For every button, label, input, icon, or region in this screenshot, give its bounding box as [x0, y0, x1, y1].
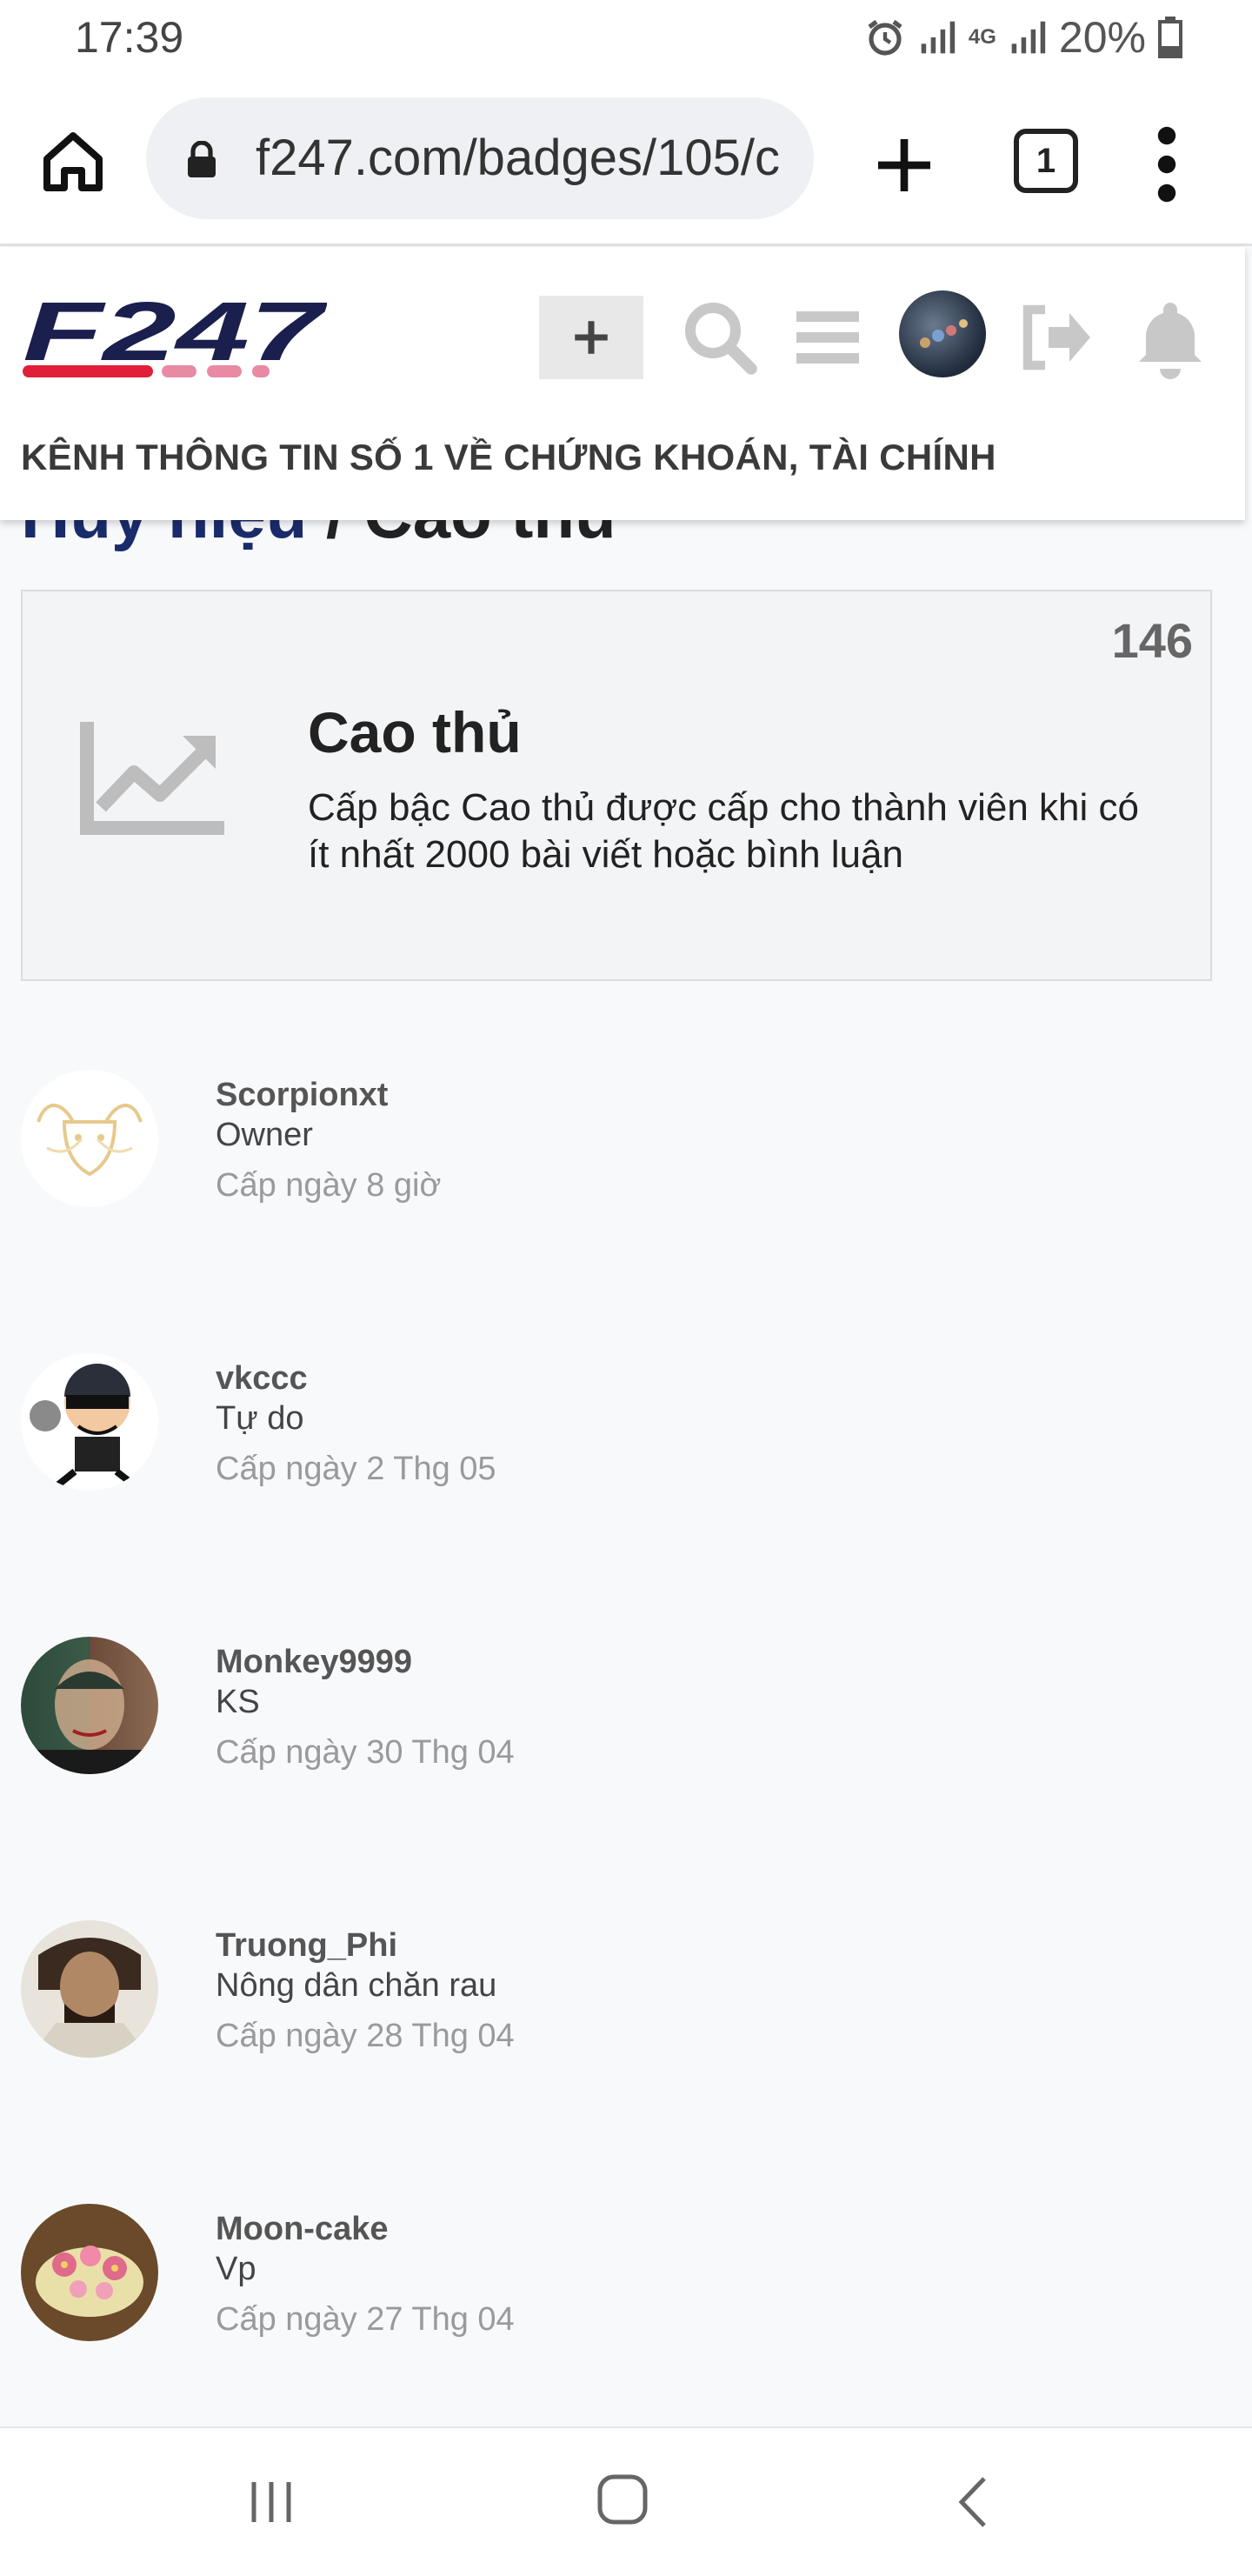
bull-logo-avatar	[37, 1104, 143, 1177]
url-text[interactable]: f247.com/badges/105/c	[256, 129, 803, 187]
badge-card: 146 Cao thủ Cấp bậc Cao thủ được cấp cho…	[21, 590, 1212, 981]
badge-description: Cấp bậc Cao thủ được cấp cho thành viên …	[308, 786, 1139, 876]
status-bar: 17:39 4G 20%	[0, 0, 1252, 78]
member-name[interactable]: vkccc	[216, 1360, 308, 1398]
site-header: F247 KÊNH THÔNG TIN SỐ 1 VỀ CHỨNG KHOÁN,…	[0, 247, 1245, 520]
avatar[interactable]	[21, 1070, 158, 1207]
list-item[interactable]: Monkey9999 KS Cấp ngày 30 Thg 04	[21, 1637, 1221, 1785]
site-logo[interactable]: F247	[23, 292, 327, 390]
member-name[interactable]: Scorpionxt	[216, 1077, 388, 1114]
joker-face-avatar	[21, 1659, 158, 1774]
member-name[interactable]: Monkey9999	[216, 1644, 412, 1681]
logout-icon[interactable]	[1014, 296, 1097, 379]
alarm-icon	[868, 19, 902, 56]
browser-toolbar: f247.com/badges/105/c 1	[0, 78, 1252, 246]
member-name[interactable]: Truong_Phi	[216, 1927, 397, 1965]
list-item[interactable]: vkccc Tự do Cấp ngày 2 Thg 05	[21, 1353, 1221, 1501]
list-item[interactable]: Scorpionxt Owner Cấp ngày 8 giờ	[21, 1070, 1221, 1218]
granted-date: Cấp ngày 30 Thg 04	[216, 1734, 515, 1771]
avatar[interactable]	[21, 1637, 158, 1774]
trending-up-icon	[80, 722, 224, 835]
badge-count: 146	[1111, 613, 1193, 668]
warrior-portrait-avatar	[30, 1938, 150, 2058]
site-tagline: KÊNH THÔNG TIN SỐ 1 VỀ CHỨNG KHOÁN, TÀI …	[21, 437, 996, 477]
avatar[interactable]	[21, 1920, 158, 2058]
back-icon[interactable]	[930, 2463, 1017, 2541]
recent-apps-icon[interactable]	[228, 2463, 315, 2541]
search-icon[interactable]	[678, 296, 762, 379]
battery-percent: 20%	[1058, 13, 1146, 62]
home-icon[interactable]	[38, 127, 108, 197]
tab-switcher-icon[interactable]: 1	[1014, 129, 1078, 193]
create-button[interactable]	[539, 296, 643, 379]
hamburger-icon[interactable]	[786, 296, 869, 379]
member-title: Nông dân chăn rau	[216, 1967, 497, 2004]
overflow-menu-icon[interactable]	[1148, 125, 1186, 204]
bell-icon[interactable]	[1129, 296, 1212, 379]
tab-count: 1	[1036, 141, 1056, 180]
granted-date: Cấp ngày 28 Thg 04	[216, 2018, 515, 2054]
mooncake-avatar	[36, 2246, 143, 2317]
new-tab-icon[interactable]	[869, 130, 939, 200]
home-nav-icon[interactable]	[579, 2463, 666, 2541]
member-name[interactable]: Moon-cake	[216, 2211, 388, 2248]
member-title: KS	[216, 1684, 260, 1720]
member-title: Vp	[216, 2251, 256, 2287]
battery-icon	[1158, 17, 1182, 58]
signal-icon	[921, 21, 956, 54]
plus-icon	[575, 321, 608, 354]
thief-cartoon-avatar	[30, 1364, 135, 1489]
member-title: Tự do	[216, 1400, 304, 1437]
member-title: Owner	[216, 1117, 313, 1153]
list-item[interactable]: Moon-cake Vp Cấp ngày 27 Thg 04	[21, 2204, 1221, 2352]
user-avatar[interactable]	[899, 290, 986, 377]
granted-date: Cấp ngày 27 Thg 04	[216, 2301, 515, 2338]
badge-title: Cao thủ	[308, 700, 522, 764]
signal-icon-2	[1011, 21, 1046, 54]
lock-icon	[188, 141, 216, 177]
android-nav-bar	[0, 2426, 1252, 2576]
granted-date: Cấp ngày 2 Thg 05	[216, 1451, 496, 1487]
url-bar[interactable]: f247.com/badges/105/c	[146, 97, 814, 219]
granted-date: Cấp ngày 8 giờ	[216, 1167, 442, 1204]
status-icons: 4G 20%	[864, 12, 1182, 63]
avatar[interactable]	[21, 2204, 158, 2341]
network-type: 4G	[968, 25, 996, 49]
avatar[interactable]	[21, 1353, 158, 1491]
list-item[interactable]: Truong_Phi Nông dân chăn rau Cấp ngày 28…	[21, 1920, 1221, 2068]
clock: 17:39	[75, 13, 184, 62]
